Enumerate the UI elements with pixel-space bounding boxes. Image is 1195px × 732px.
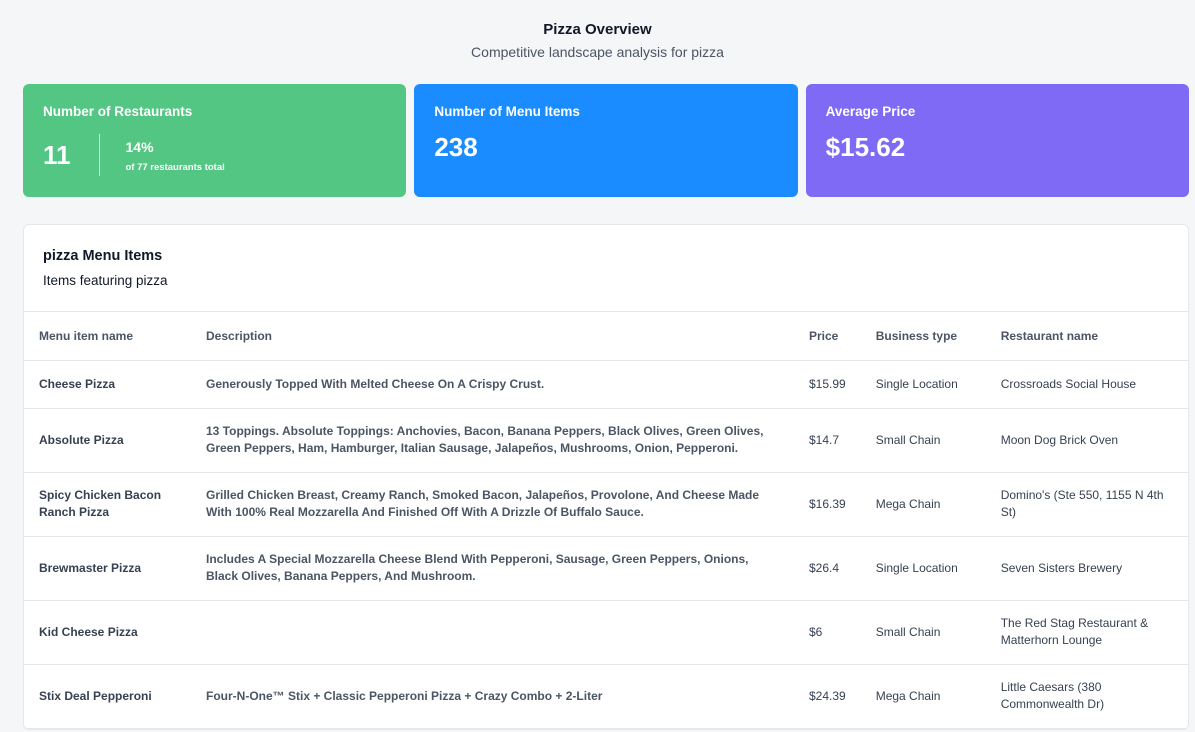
menu-items-panel: pizza Menu Items Items featuring pizza M… <box>23 224 1189 730</box>
page-subtitle: Competitive landscape analysis for pizza <box>471 44 724 60</box>
menu-item-description: 13 Toppings. Absolute Toppings: Anchovie… <box>191 408 794 473</box>
restaurant-name: Seven Sisters Brewery <box>985 536 1188 601</box>
restaurants-percent: 14% <box>125 138 154 155</box>
restaurants-card: Number of Restaurants 11 14% of 77 resta… <box>23 84 407 197</box>
table-row[interactable]: Brewmaster Pizza Includes A Special Mozz… <box>24 536 1188 601</box>
restaurants-total-note: of 77 restaurants total <box>125 161 225 173</box>
column-header-price[interactable]: Price <box>794 312 861 361</box>
restaurant-name: The Red Stag Restaurant & Matterhorn Lou… <box>985 600 1188 665</box>
menu-item-description: Includes A Special Mozzarella Cheese Ble… <box>191 536 794 601</box>
business-type: Single Location <box>860 360 986 409</box>
business-type: Mega Chain <box>860 664 986 729</box>
column-header-menu-item-name[interactable]: Menu item name <box>24 312 191 361</box>
column-header-business-type[interactable]: Business type <box>860 312 986 361</box>
restaurant-name: Domino's (Ste 550, 1155 N 4th St) <box>985 472 1188 537</box>
business-type: Small Chain <box>860 600 986 665</box>
menu-item-price: $14.7 <box>794 408 861 473</box>
panel-title: pizza Menu Items <box>43 248 163 264</box>
page-title: Pizza Overview <box>543 21 652 38</box>
table-header-row: Menu item name Description Price Busines… <box>24 312 1188 361</box>
panel-subtitle: Items featuring pizza <box>43 273 168 288</box>
menu-item-name: Kid Cheese Pizza <box>24 600 191 665</box>
table-row[interactable]: Kid Cheese Pizza $6 Small Chain The Red … <box>24 600 1188 665</box>
page-header: Pizza Overview Competitive landscape ana… <box>0 0 1195 61</box>
table-row[interactable]: Cheese Pizza Generously Topped With Melt… <box>24 360 1188 409</box>
menu-item-name: Stix Deal Pepperoni <box>24 664 191 729</box>
menu-item-description: Generously Topped With Melted Cheese On … <box>191 360 794 409</box>
average-price-card: Average Price $15.62 <box>805 84 1189 197</box>
card-divider <box>98 134 100 176</box>
menu-item-price: $6 <box>794 600 861 665</box>
column-header-restaurant-name[interactable]: Restaurant name <box>985 312 1188 361</box>
stat-cards: Number of Restaurants 11 14% of 77 resta… <box>23 84 1189 197</box>
table-row[interactable]: Spicy Chicken Bacon Ranch Pizza Grilled … <box>24 472 1188 537</box>
menu-items-card: Number of Menu Items 238 <box>414 84 798 197</box>
menu-item-price: $24.39 <box>794 664 861 729</box>
business-type: Mega Chain <box>860 472 986 537</box>
column-header-description[interactable]: Description <box>191 312 794 361</box>
restaurants-count: 11 <box>43 140 71 170</box>
menu-item-name: Cheese Pizza <box>24 360 191 409</box>
restaurant-name: Little Caesars (380 Commonwealth Dr) <box>985 664 1188 729</box>
table-row[interactable]: Stix Deal Pepperoni Four-N-One™ Stix + C… <box>24 664 1188 729</box>
business-type: Single Location <box>860 536 986 601</box>
menu-items-card-label: Number of Menu Items <box>434 104 580 119</box>
restaurant-name: Moon Dog Brick Oven <box>985 408 1188 473</box>
restaurants-card-label: Number of Restaurants <box>43 104 193 119</box>
menu-item-price: $16.39 <box>794 472 861 537</box>
menu-item-description <box>191 600 794 665</box>
menu-item-price: $15.99 <box>794 360 861 409</box>
menu-item-name: Absolute Pizza <box>24 408 191 473</box>
menu-item-name: Spicy Chicken Bacon Ranch Pizza <box>24 472 191 537</box>
menu-item-name: Brewmaster Pizza <box>24 536 191 601</box>
average-price-value: $15.62 <box>825 132 906 162</box>
menu-item-description: Grilled Chicken Breast, Creamy Ranch, Sm… <box>191 472 794 537</box>
menu-item-price: $26.4 <box>794 536 861 601</box>
business-type: Small Chain <box>860 408 986 473</box>
table-row[interactable]: Absolute Pizza 13 Toppings. Absolute Top… <box>24 408 1188 473</box>
restaurant-name: Crossroads Social House <box>985 360 1188 409</box>
menu-items-count: 238 <box>434 132 478 162</box>
menu-item-description: Four-N-One™ Stix + Classic Pepperoni Piz… <box>191 664 794 729</box>
menu-items-table: Menu item name Description Price Busines… <box>24 312 1188 729</box>
average-price-card-label: Average Price <box>825 104 916 119</box>
